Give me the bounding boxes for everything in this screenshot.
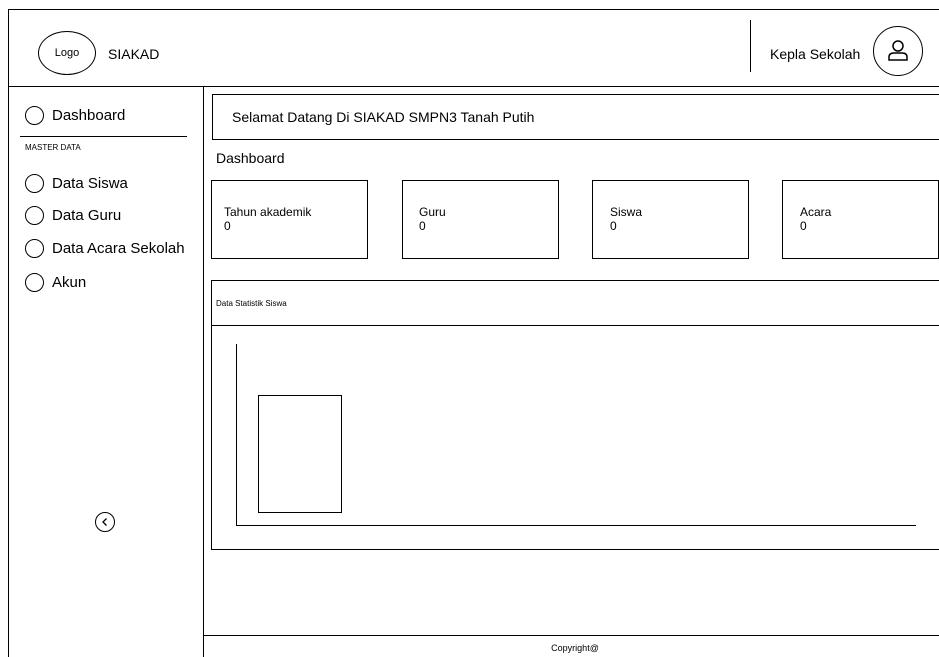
stat-card-value: 0: [800, 219, 807, 234]
chart-y-axis: [236, 344, 237, 526]
sidebar-collapse-button[interactable]: [95, 512, 115, 532]
stat-card-tahun-akademik[interactable]: Tahun akademik 0: [211, 180, 368, 259]
sidebar-item-label: Data Acara Sekolah: [52, 240, 185, 257]
chart-header: Data Statistik Siswa: [212, 281, 939, 326]
stat-card-value: 0: [419, 219, 426, 234]
page-title: Dashboard: [216, 150, 285, 166]
stat-card-value: 0: [610, 219, 617, 234]
top-header: Logo SIAKAD Kepla Sekolah: [8, 9, 939, 87]
stat-card-guru[interactable]: Guru 0: [402, 180, 559, 259]
logo: Logo: [38, 31, 96, 75]
sidebar-item-dashboard[interactable]: Dashboard: [25, 106, 125, 125]
circle-icon: [25, 273, 44, 292]
stat-card-siswa[interactable]: Siswa 0: [592, 180, 749, 259]
header-divider: [750, 20, 751, 72]
sidebar-divider: [203, 87, 204, 657]
stat-card-acara[interactable]: Acara 0: [782, 180, 939, 259]
stat-card-label: Tahun akademik: [224, 205, 312, 219]
stat-card-value: 0: [224, 219, 231, 234]
user-role-label: Kepla Sekolah: [770, 46, 861, 62]
user-icon: [888, 40, 908, 61]
sidebar-item-label: Akun: [52, 274, 87, 291]
chart-title: Data Statistik Siswa: [216, 299, 287, 308]
stat-card-label: Acara: [800, 205, 832, 219]
sidebar-item-data-acara-sekolah[interactable]: Data Acara Sekolah: [25, 239, 185, 258]
welcome-text: Selamat Datang Di SIAKAD SMPN3 Tanah Put…: [232, 109, 535, 125]
stat-card-label: Guru: [419, 205, 446, 219]
footer-divider: [203, 635, 939, 636]
app-title: SIAKAD: [108, 46, 160, 62]
sidebar-item-label: Dashboard: [52, 107, 126, 124]
sidebar-divider-line: [20, 136, 187, 137]
circle-icon: [25, 174, 44, 193]
sidebar-item-akun[interactable]: Akun: [25, 273, 86, 292]
sidebar-item-label: Data Guru: [52, 207, 122, 224]
avatar[interactable]: [873, 26, 923, 76]
circle-icon: [25, 206, 44, 225]
sidebar-item-data-guru[interactable]: Data Guru: [25, 206, 121, 225]
welcome-banner: Selamat Datang Di SIAKAD SMPN3 Tanah Put…: [212, 94, 939, 140]
stat-card-label: Siswa: [610, 205, 643, 219]
sidebar-item-label: Data Siswa: [52, 175, 128, 192]
section-label-master-data: MASTER DATA: [25, 143, 81, 152]
circle-icon: [25, 239, 44, 258]
chart-panel: Data Statistik Siswa: [211, 280, 939, 550]
circle-icon: [25, 106, 44, 125]
footer-copyright: Copyright@: [551, 643, 599, 653]
chevron-left-icon: [102, 518, 107, 526]
logo-text: Logo: [54, 47, 80, 59]
chart-x-axis: [236, 525, 916, 526]
chart-bar: [258, 395, 342, 513]
sidebar-item-data-siswa[interactable]: Data Siswa: [25, 174, 128, 193]
